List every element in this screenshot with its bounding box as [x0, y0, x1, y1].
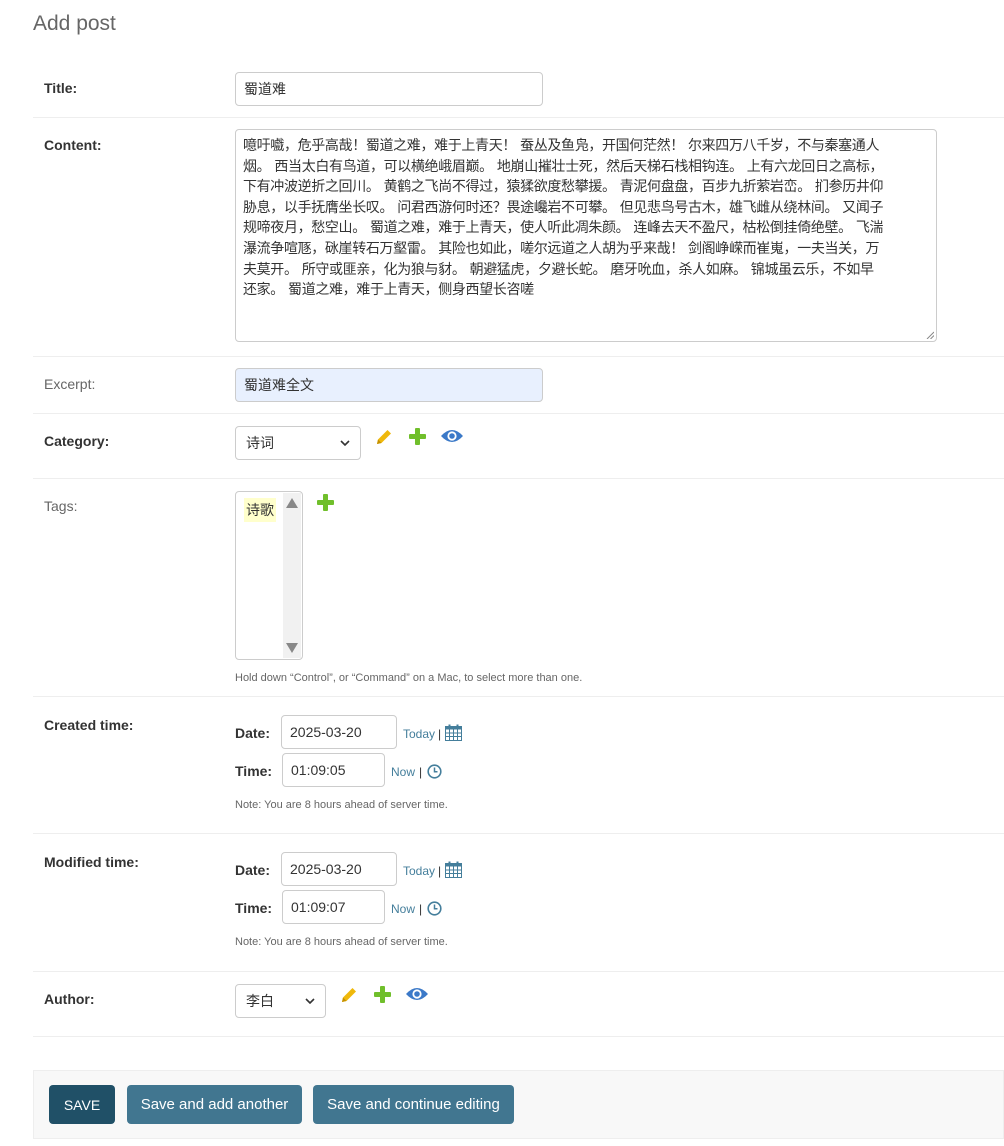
- post-form: Title: 蜀道难 Content: 噫吁嚱，危乎高哉！蜀道之难，难于上青天！…: [33, 57, 1004, 1037]
- modified-time-label: Modified time:: [44, 854, 139, 870]
- modified-date-value: 2025-03-20: [290, 861, 362, 877]
- row-title: Title: 蜀道难: [33, 57, 1004, 118]
- now-link[interactable]: Now: [391, 902, 415, 916]
- plus-icon[interactable]: [408, 427, 427, 446]
- calendar-icon[interactable]: [445, 861, 462, 878]
- row-tags: Tags: 诗歌 Hold down “Control”, or “Comman…: [33, 479, 1004, 697]
- page-title: Add post: [33, 12, 116, 35]
- author-selected: 李白: [246, 993, 274, 1009]
- now-link[interactable]: Now: [391, 765, 415, 779]
- save-continue-button[interactable]: Save and continue editing: [313, 1085, 514, 1124]
- separator: |: [419, 765, 423, 779]
- separator: |: [419, 902, 423, 916]
- plus-icon[interactable]: [373, 985, 392, 1004]
- scroll-down-icon[interactable]: [286, 643, 298, 653]
- date-label: Date:: [235, 725, 271, 741]
- author-select[interactable]: 李白: [235, 984, 326, 1018]
- separator: |: [438, 864, 442, 878]
- category-selected: 诗词: [246, 435, 274, 451]
- category-select[interactable]: 诗词: [235, 426, 361, 460]
- separator: |: [438, 727, 442, 741]
- modified-time-value: 01:09:07: [291, 899, 346, 915]
- save-button[interactable]: SAVE: [49, 1085, 115, 1124]
- row-modified-time: Modified time: Date: 2025-03-20 Today | …: [33, 834, 1004, 972]
- title-input[interactable]: 蜀道难: [235, 72, 543, 106]
- row-excerpt: Excerpt: 蜀道难全文: [33, 357, 1004, 414]
- eye-icon[interactable]: [405, 986, 429, 1002]
- tags-help-text: Hold down “Control”, or “Command” on a M…: [235, 672, 583, 684]
- created-time-label: Created time:: [44, 717, 134, 733]
- save-add-another-button[interactable]: Save and add another: [127, 1085, 302, 1124]
- time-label: Time:: [235, 763, 273, 779]
- today-link[interactable]: Today: [403, 864, 435, 878]
- tag-option[interactable]: 诗歌: [244, 498, 276, 522]
- scrollbar[interactable]: [283, 493, 301, 658]
- excerpt-label: Excerpt:: [44, 376, 96, 392]
- scroll-up-icon[interactable]: [286, 498, 298, 508]
- row-created-time: Created time: Date: 2025-03-20 Today | T…: [33, 697, 1004, 834]
- row-content: Content: 噫吁嚱，危乎高哉！蜀道之难，难于上青天！ 蚕丛及鱼凫，开国何茫…: [33, 118, 1004, 357]
- content-line: 夫莫开。 所守或匪亲，化为狼与豺。 朝避猛虎，夕避长蛇。 磨牙吮血，杀人如麻。 …: [243, 261, 874, 278]
- tags-label: Tags:: [44, 498, 78, 514]
- content-textarea[interactable]: 噫吁嚱，危乎高哉！蜀道之难，难于上青天！ 蚕丛及鱼凫，开国何茫然！ 尔来四万八千…: [235, 129, 937, 342]
- chevron-down-icon: [340, 440, 350, 446]
- resize-handle-icon[interactable]: [926, 331, 934, 339]
- time-label: Time:: [235, 900, 273, 916]
- row-category: Category: 诗词: [33, 414, 1004, 479]
- tags-multiselect[interactable]: 诗歌: [235, 491, 303, 660]
- content-line: 规啼夜月，愁空山。 蜀道之难，难于上青天，使人听此凋朱颜。 连峰去天不盈尺，枯松…: [243, 220, 884, 237]
- title-input-value: 蜀道难: [244, 81, 286, 97]
- category-label: Category:: [44, 433, 110, 449]
- chevron-down-icon: [305, 998, 315, 1004]
- pencil-icon[interactable]: [374, 427, 394, 447]
- today-link[interactable]: Today: [403, 727, 435, 741]
- timezone-note: Note: You are 8 hours ahead of server ti…: [235, 799, 448, 811]
- created-time-value: 01:09:05: [291, 762, 346, 778]
- excerpt-input-value: 蜀道难全文: [244, 377, 314, 393]
- modified-date-input[interactable]: 2025-03-20: [281, 852, 397, 886]
- pencil-icon[interactable]: [339, 985, 359, 1005]
- content-line: 瀑流争喧豗，砯崖转石万壑雷。 其险也如此，嗟尔远道之人胡为乎来哉！ 剑阁峥嵘而崔…: [243, 240, 880, 257]
- content-line: 下有冲波逆折之回川。 黄鹤之飞尚不得过，猿猱欲度愁攀援。 青泥何盘盘，百步九折萦…: [243, 179, 884, 196]
- submit-row: SAVE Save and add another Save and conti…: [33, 1070, 1004, 1139]
- content-line: 胁息，以手抚膺坐长叹。 问君西游何时还？畏途巉岩不可攀。 但见悲鸟号古木，雄飞雌…: [243, 199, 884, 216]
- author-label: Author:: [44, 991, 95, 1007]
- calendar-icon[interactable]: [445, 724, 462, 741]
- clock-icon[interactable]: [427, 764, 442, 779]
- plus-icon[interactable]: [316, 493, 335, 512]
- created-date-value: 2025-03-20: [290, 724, 362, 740]
- content-label: Content:: [44, 137, 102, 153]
- clock-icon[interactable]: [427, 901, 442, 916]
- eye-icon[interactable]: [440, 428, 464, 444]
- title-label: Title:: [44, 80, 78, 96]
- excerpt-input[interactable]: 蜀道难全文: [235, 368, 543, 402]
- content-line: 还家。 蜀道之难，难于上青天，侧身西望长咨嗟: [243, 282, 534, 299]
- date-label: Date:: [235, 862, 271, 878]
- content-line: 烟。 西当太白有鸟道，可以横绝峨眉巅。 地崩山摧壮士死，然后天梯石栈相钩连。 上…: [243, 158, 884, 175]
- created-time-input[interactable]: 01:09:05: [282, 753, 385, 787]
- content-line: 噫吁嚱，危乎高哉！蜀道之难，难于上青天！ 蚕丛及鱼凫，开国何茫然！ 尔来四万八千…: [243, 138, 880, 154]
- row-author: Author: 李白: [33, 972, 1004, 1037]
- modified-time-input[interactable]: 01:09:07: [282, 890, 385, 924]
- created-date-input[interactable]: 2025-03-20: [281, 715, 397, 749]
- timezone-note: Note: You are 8 hours ahead of server ti…: [235, 936, 448, 948]
